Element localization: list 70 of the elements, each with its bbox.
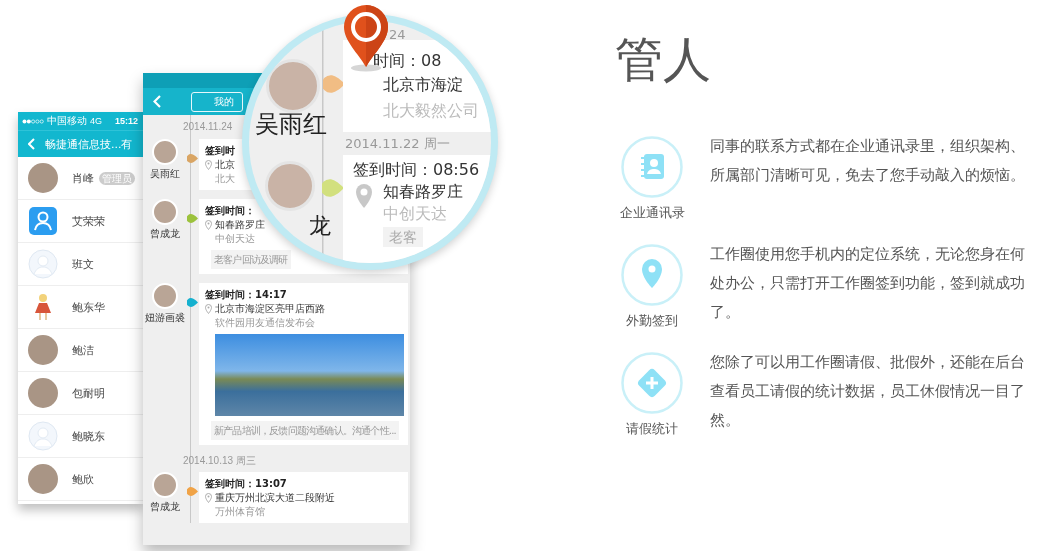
date-label: 2014.10.13 周三 <box>183 455 256 466</box>
header-title: 畅捷通信息技...有 <box>45 136 133 152</box>
person-name: 曾成龙 <box>150 227 180 241</box>
back-icon[interactable] <box>153 95 161 108</box>
note-text: 新产品培训，反馈问题沟通确认。沟通个性... <box>211 421 399 440</box>
avatar-photo <box>152 139 178 165</box>
feature-label: 企业通讯录 <box>619 204 685 222</box>
contact-row[interactable]: 包耐明 <box>18 372 143 415</box>
feature-label: 外勤签到 <box>626 312 678 330</box>
place-name: 万州体育馆 <box>215 505 265 518</box>
avatar-photo <box>28 335 58 365</box>
contact-row[interactable]: 鲍洁 <box>18 329 143 372</box>
note-text: 老客 <box>383 227 423 247</box>
user-app-icon <box>28 206 58 236</box>
address-text: 北京市海淀区亮甲店西路 <box>215 302 325 316</box>
contact-row[interactable]: 艾荣荣 <box>18 200 143 243</box>
checkin-time: 签到时间：14:17 <box>205 288 287 302</box>
default-avatar-icon <box>28 421 58 451</box>
person-name: 妞游画裘 <box>145 311 185 325</box>
feature-description: 工作圈使用您手机内的定位系统，无论您身在何处办公，只需打开工作圈签到功能，签到就成功了。 <box>710 244 1026 323</box>
feature-label: 请假统计 <box>626 420 678 438</box>
checkin-time: 时间：08 <box>373 50 442 72</box>
checkin-time: 签到时间：08:56 <box>353 159 480 181</box>
place-name: 软件园用友通信发布会 <box>215 316 315 329</box>
avatar-photo <box>152 199 178 225</box>
feature-description: 同事的联系方式都在企业通讯录里，组织架构、所属部门清晰可见，免去了您手动敲入的烦恼。 <box>710 136 1026 186</box>
avatar-photo <box>266 59 320 113</box>
contact-row[interactable]: 鲍欣 <box>18 458 143 501</box>
location-pin-icon <box>355 183 373 209</box>
contact-row[interactable]: 班文 <box>18 243 143 286</box>
carrier-name: 中国移动 <box>47 114 87 128</box>
location-pin-icon <box>205 220 212 230</box>
status-time: 15:12 <box>114 116 138 126</box>
section-title: 管人 <box>615 30 712 89</box>
network-type: 4G <box>90 116 102 126</box>
address-text: 重庆万州北滨大道二段附近 <box>215 491 335 505</box>
address-text: 知春路罗庄 <box>215 218 265 232</box>
avatar-photo <box>28 378 58 408</box>
address-book-icon <box>621 136 683 198</box>
place-name: 北大毅然公司 <box>383 100 479 122</box>
person-name: 吴雨红 <box>150 167 180 181</box>
place-name: 中创天达 <box>383 203 447 225</box>
signal-icon <box>22 118 44 124</box>
location-pin-icon <box>205 304 212 314</box>
checkin-time: 签到时间：13:07 <box>205 477 287 491</box>
date-label: 24 <box>389 27 406 42</box>
contact-row[interactable]: 鲍晓东 <box>18 415 143 458</box>
location-pin-icon <box>205 493 212 503</box>
checkin-time: 签到时间： <box>205 204 255 218</box>
person-name: 吴雨红 <box>255 109 327 140</box>
avatar-photo <box>152 472 178 498</box>
address-text: 北京 <box>215 158 235 172</box>
feature-description: 您除了可以用工作圈请假、批假外，还能在后台查看员工请假的统计数据，员工休假情况一目了然。 <box>710 352 1026 431</box>
person-name: 龙 <box>309 212 331 240</box>
avatar-photo <box>152 283 178 309</box>
checkin-time: 签到时 <box>205 144 235 158</box>
address-text: 北京市海淀 <box>383 74 463 96</box>
person-name: 曾成龙 <box>150 500 180 514</box>
address-text: 知春路罗庄 <box>383 181 463 203</box>
date-label: 2014.11.24 <box>183 121 233 132</box>
back-icon[interactable] <box>28 138 35 150</box>
avatar-photo <box>28 163 58 193</box>
default-avatar-icon <box>28 249 58 279</box>
avatar-photo <box>28 464 58 494</box>
place-name: 北大 <box>215 172 235 185</box>
location-pin-icon <box>621 244 683 306</box>
avatar-photo <box>265 161 315 211</box>
location-pin-icon <box>205 160 212 170</box>
note-text: 老客户回访及调研 <box>211 250 291 269</box>
place-name: 中创天达 <box>215 232 255 245</box>
